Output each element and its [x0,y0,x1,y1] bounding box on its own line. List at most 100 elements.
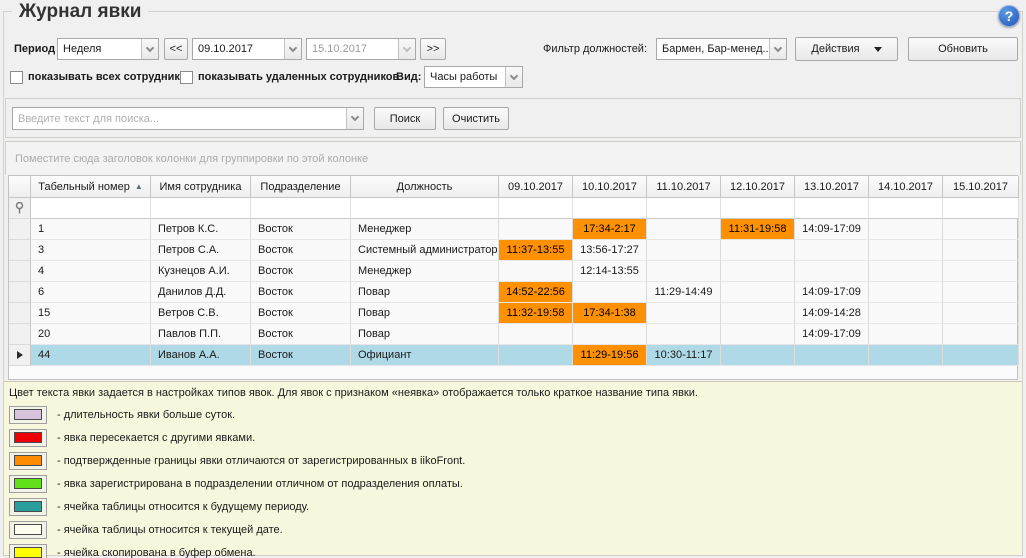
attendance-cell[interactable] [943,345,1019,366]
attendance-cell[interactable] [795,240,869,261]
attendance-cell[interactable] [721,324,795,345]
positions-filter-select[interactable]: Бармен, Бар-менед... [656,38,787,60]
column-header-0[interactable]: Табельный номер▲ [31,176,151,198]
attendance-cell[interactable] [647,240,721,261]
attendance-cell[interactable] [721,261,795,282]
column-header-2[interactable]: Подразделение [251,176,351,198]
attendance-cell[interactable] [499,324,573,345]
group-by-panel[interactable]: Поместите сюда заголовок колонки для гру… [5,141,1021,175]
attendance-cell[interactable] [943,282,1019,303]
attendance-cell[interactable] [499,261,573,282]
attendance-cell[interactable] [647,324,721,345]
employee-name-cell[interactable]: Петров К.С. [151,219,251,240]
filter-cell-9[interactable] [869,198,943,219]
clear-search-button[interactable]: Очистить [443,107,509,130]
filter-cell-0[interactable] [31,198,151,219]
show-all-employees-checkbox[interactable] [10,71,23,84]
employee-name-cell[interactable]: Павлов П.П. [151,324,251,345]
search-box[interactable] [12,107,364,130]
chevron-down-icon[interactable] [141,39,158,59]
filter-cell-3[interactable] [351,198,499,219]
department-cell[interactable]: Восток [251,282,351,303]
period-select[interactable]: Неделя [57,38,159,60]
attendance-cell[interactable] [869,303,943,324]
attendance-cell[interactable]: 14:09-17:09 [795,282,869,303]
attendance-cell[interactable] [795,261,869,282]
employee-name-cell[interactable]: Ветров С.В. [151,303,251,324]
department-cell[interactable]: Восток [251,324,351,345]
position-cell[interactable]: Менеджер [351,219,499,240]
position-cell[interactable]: Повар [351,282,499,303]
attendance-cell[interactable] [869,324,943,345]
attendance-cell[interactable]: 11:31-19:58 [721,219,795,240]
attendance-cell[interactable] [499,345,573,366]
search-button[interactable]: Поиск [374,107,436,130]
column-header-1[interactable]: Имя сотрудника [151,176,251,198]
employee-name-cell[interactable]: Иванов А.А. [151,345,251,366]
department-cell[interactable]: Восток [251,345,351,366]
attendance-cell[interactable] [721,303,795,324]
column-header-7[interactable]: 12.10.2017 [721,176,795,198]
next-period-button[interactable]: >> [420,38,446,60]
attendance-cell[interactable]: 14:09-17:09 [795,219,869,240]
attendance-cell[interactable]: 11:29-19:56 [573,345,647,366]
attendance-cell[interactable] [943,324,1019,345]
show-deleted-employees-checkbox[interactable] [180,71,193,84]
attendance-cell[interactable]: 10:30-11:17 [647,345,721,366]
row-indicator-cell[interactable] [9,240,31,261]
position-cell[interactable]: Менеджер [351,261,499,282]
row-indicator-cell[interactable] [9,282,31,303]
row-indicator-cell[interactable] [9,303,31,324]
filter-cell-5[interactable] [573,198,647,219]
attendance-cell[interactable]: 11:29-14:49 [647,282,721,303]
column-header-10[interactable]: 15.10.2017 [943,176,1019,198]
attendance-cell[interactable]: 17:34-2:17 [573,219,647,240]
attendance-cell[interactable] [499,219,573,240]
refresh-button[interactable]: Обновить [908,37,1018,61]
employee-name-cell[interactable]: Данилов Д.Д. [151,282,251,303]
attendance-cell[interactable]: 17:34-1:38 [573,303,647,324]
column-header-6[interactable]: 11.10.2017 [647,176,721,198]
department-cell[interactable]: Восток [251,303,351,324]
actions-button[interactable]: Действия [795,37,898,61]
attendance-cell[interactable]: 11:37-13:55 [499,240,573,261]
filter-cell-6[interactable] [647,198,721,219]
chevron-down-icon[interactable] [346,108,363,129]
column-header-9[interactable]: 14.10.2017 [869,176,943,198]
attendance-cell[interactable] [721,240,795,261]
attendance-cell[interactable] [721,345,795,366]
column-header-5[interactable]: 10.10.2017 [573,176,647,198]
department-cell[interactable]: Восток [251,261,351,282]
employee-id-cell[interactable]: 6 [31,282,151,303]
filter-cell-10[interactable] [943,198,1019,219]
row-indicator-cell[interactable] [9,324,31,345]
attendance-cell[interactable] [869,261,943,282]
attendance-cell[interactable] [869,240,943,261]
position-cell[interactable]: Повар [351,303,499,324]
search-input[interactable] [13,108,346,129]
attendance-cell[interactable] [943,261,1019,282]
filter-cell-2[interactable] [251,198,351,219]
attendance-cell[interactable]: 12:14-13:55 [573,261,647,282]
attendance-cell[interactable] [869,282,943,303]
row-indicator-cell[interactable] [9,261,31,282]
employee-id-cell[interactable]: 15 [31,303,151,324]
employee-id-cell[interactable]: 20 [31,324,151,345]
employee-name-cell[interactable]: Кузнецов А.И. [151,261,251,282]
attendance-cell[interactable] [647,261,721,282]
attendance-cell[interactable] [573,282,647,303]
attendance-cell[interactable]: 13:56-17:27 [573,240,647,261]
department-cell[interactable]: Восток [251,219,351,240]
attendance-cell[interactable] [869,345,943,366]
help-icon[interactable]: ? [998,5,1020,27]
attendance-cell[interactable] [943,219,1019,240]
column-header-4[interactable]: 09.10.2017 [499,176,573,198]
employee-id-cell[interactable]: 44 [31,345,151,366]
filter-cell-7[interactable] [721,198,795,219]
attendance-cell[interactable] [795,345,869,366]
column-header-3[interactable]: Должность [351,176,499,198]
row-indicator-cell[interactable] [9,219,31,240]
position-cell[interactable]: Системный администратор [351,240,499,261]
attendance-cell[interactable] [943,240,1019,261]
filter-cell-8[interactable] [795,198,869,219]
